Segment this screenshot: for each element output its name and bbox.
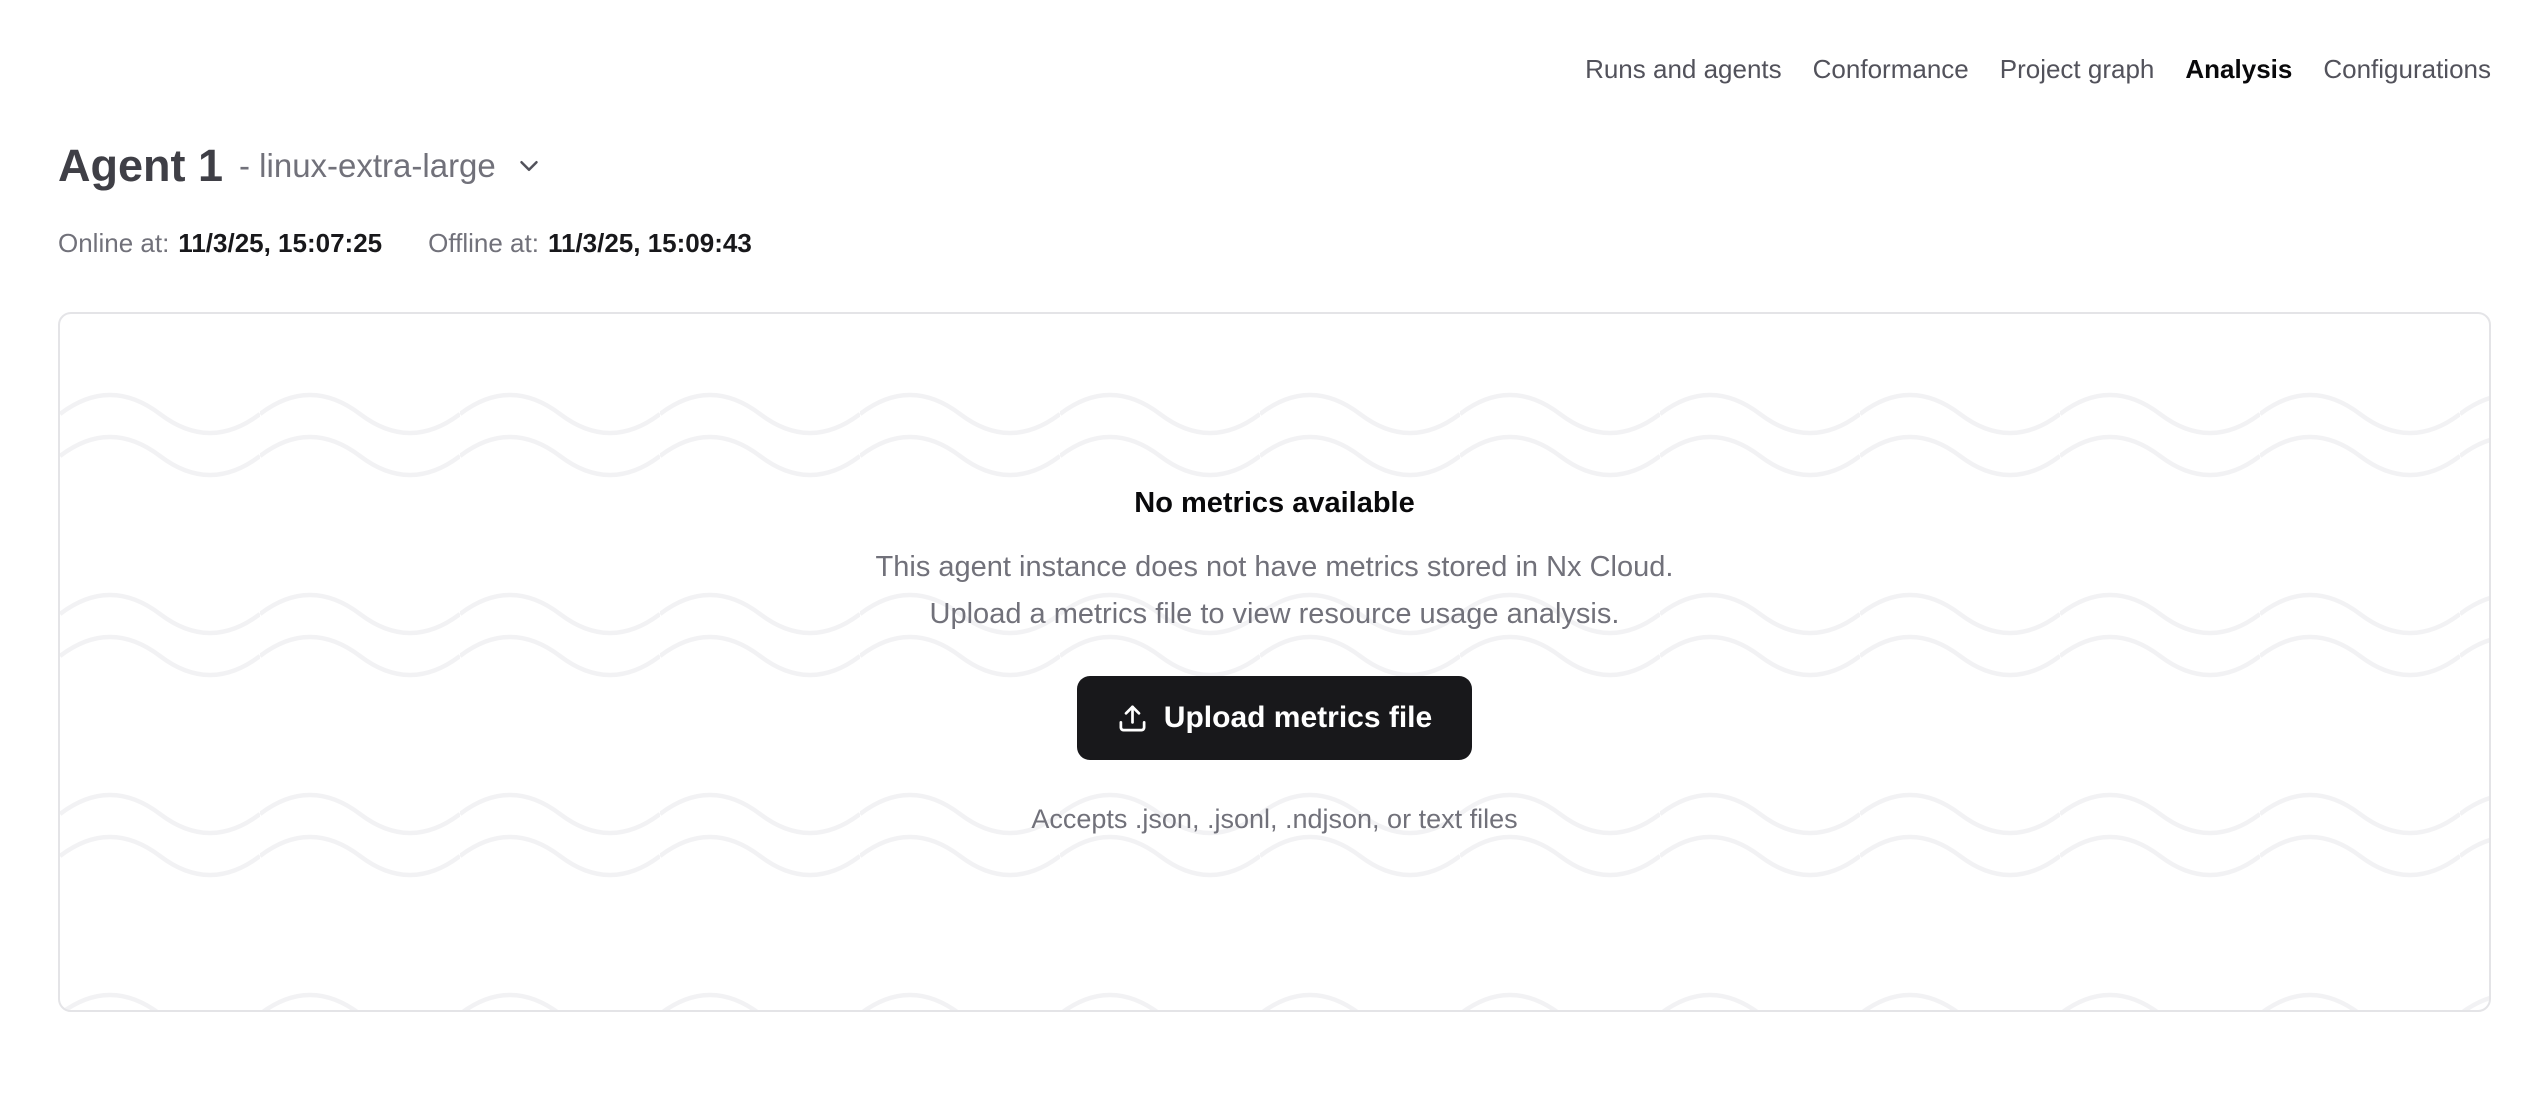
top-navigation: Runs and agents Conformance Project grap… xyxy=(0,0,2546,86)
nav-item-analysis[interactable]: Analysis xyxy=(2185,53,2292,85)
offline-at-value: 11/3/25, 15:09:43 xyxy=(548,226,752,260)
offline-at-label: Offline at: xyxy=(428,226,539,260)
offline-at: Offline at: 11/3/25, 15:09:43 xyxy=(428,226,752,260)
upload-metrics-file-button[interactable]: Upload metrics file xyxy=(1077,676,1472,760)
agent-selector-toggle[interactable] xyxy=(514,151,544,181)
accepted-file-types-hint: Accepts .json, .jsonl, .ndjson, or text … xyxy=(1031,802,1517,836)
nav-item-configurations[interactable]: Configurations xyxy=(2323,53,2491,85)
upload-button-label: Upload metrics file xyxy=(1164,701,1432,735)
metrics-empty-state-card: No metrics available This agent instance… xyxy=(58,312,2491,1012)
empty-state-line1: This agent instance does not have metric… xyxy=(876,544,1674,591)
empty-state-heading: No metrics available xyxy=(1134,485,1414,521)
agent-selector[interactable]: Agent 1 - linux-extra-large xyxy=(58,138,2491,194)
page-title: Agent 1 xyxy=(58,138,223,194)
online-at-value: 11/3/25, 15:07:25 xyxy=(178,226,382,260)
empty-state-description: This agent instance does not have metric… xyxy=(876,544,1674,638)
chevron-down-icon xyxy=(514,151,544,181)
agent-meta: Online at: 11/3/25, 15:07:25 Offline at:… xyxy=(58,226,2491,260)
upload-icon xyxy=(1117,703,1148,734)
nav-item-conformance[interactable]: Conformance xyxy=(1813,53,1969,85)
online-at: Online at: 11/3/25, 15:07:25 xyxy=(58,226,382,260)
nav-item-project-graph[interactable]: Project graph xyxy=(2000,53,2155,85)
agent-launch-template: - linux-extra-large xyxy=(239,147,496,185)
online-at-label: Online at: xyxy=(58,226,169,260)
nav-item-runs-and-agents[interactable]: Runs and agents xyxy=(1585,53,1782,85)
empty-state-content: No metrics available This agent instance… xyxy=(60,314,2489,836)
empty-state-line2: Upload a metrics file to view resource u… xyxy=(876,591,1674,638)
